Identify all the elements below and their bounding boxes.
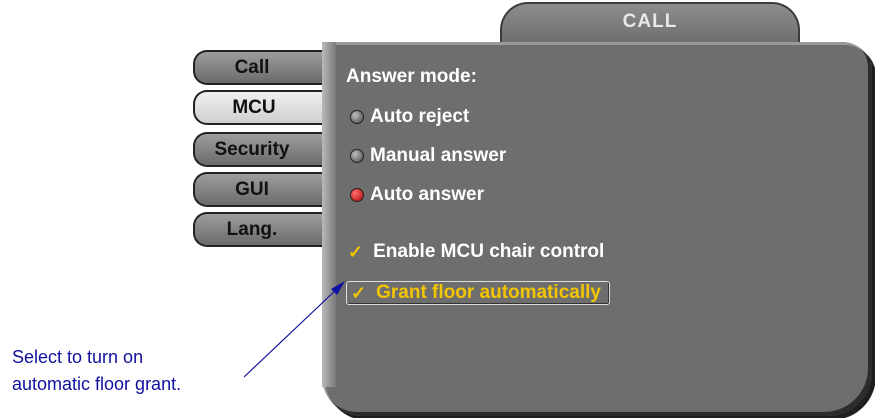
tab-lang-label: Lang. bbox=[226, 219, 278, 240]
radio-auto-reject[interactable]: Auto reject bbox=[350, 106, 469, 128]
answer-mode-heading: Answer mode: bbox=[346, 66, 477, 87]
callout-text: Select to turn on automatic floor grant. bbox=[12, 344, 181, 398]
window-title-tab: CALL bbox=[500, 2, 800, 42]
tab-call-label: Call bbox=[234, 57, 270, 78]
corner-dot bbox=[870, 62, 873, 65]
checkbox-grant-floor-automatically-label: Grant floor automatically bbox=[376, 282, 601, 303]
tab-security[interactable]: Security bbox=[193, 132, 325, 167]
radio-button-selected-icon bbox=[350, 188, 364, 202]
tab-call[interactable]: Call bbox=[193, 50, 325, 85]
checkbox-enable-mcu-chair-control-label: Enable MCU chair control bbox=[373, 241, 605, 262]
radio-manual-answer[interactable]: Manual answer bbox=[350, 145, 506, 167]
checkbox-enable-mcu-chair-control[interactable]: ✓ Enable MCU chair control bbox=[348, 241, 604, 263]
tab-gui[interactable]: GUI bbox=[193, 172, 325, 207]
callout-line-1: Select to turn on bbox=[12, 347, 144, 367]
panel-content: Answer mode: Auto reject Manual answer A… bbox=[322, 42, 872, 416]
callout-line-2: automatic floor grant. bbox=[12, 374, 182, 394]
tab-mcu-label: MCU bbox=[232, 97, 276, 118]
radio-auto-answer[interactable]: Auto answer bbox=[350, 184, 484, 206]
radio-auto-reject-label: Auto reject bbox=[370, 106, 470, 127]
tab-gui-label: GUI bbox=[235, 179, 269, 200]
tab-mcu[interactable]: MCU bbox=[193, 90, 329, 125]
radio-auto-answer-label: Auto answer bbox=[370, 184, 485, 205]
tab-lang[interactable]: Lang. bbox=[193, 212, 325, 247]
checkmark-icon: ✓ bbox=[348, 241, 364, 262]
window-title: CALL bbox=[622, 11, 678, 32]
radio-button-icon bbox=[350, 110, 364, 124]
checkmark-icon: ✓ bbox=[351, 282, 367, 303]
radio-manual-answer-label: Manual answer bbox=[370, 145, 507, 166]
tab-security-label: Security bbox=[214, 139, 290, 160]
radio-button-icon bbox=[350, 149, 364, 163]
checkbox-grant-floor-automatically[interactable]: ✓ Grant floor automatically bbox=[346, 281, 610, 305]
